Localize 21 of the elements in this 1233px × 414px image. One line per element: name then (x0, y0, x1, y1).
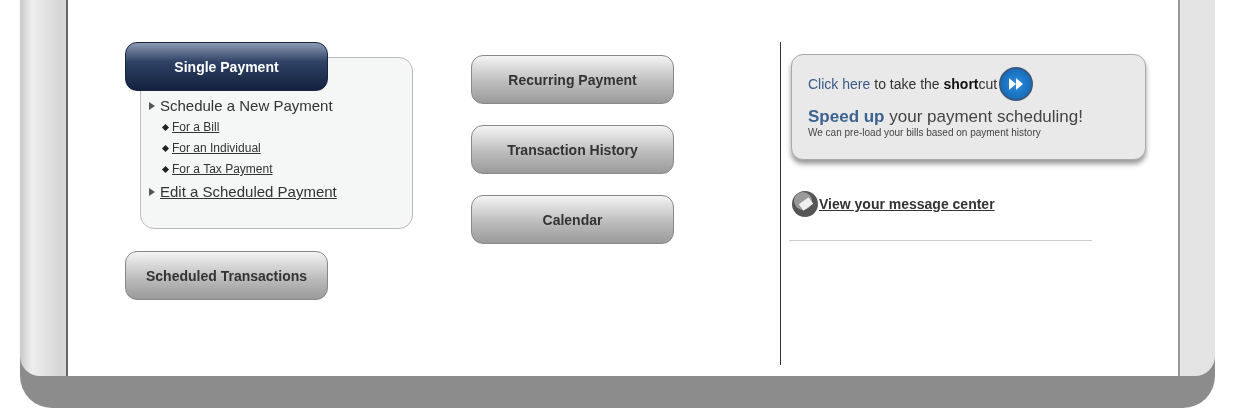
bullet-icon (161, 144, 170, 152)
submenu-link[interactable]: For an Individual (172, 141, 261, 155)
shortcut-text: to take the shortcut (874, 76, 998, 92)
triangle-icon (149, 101, 155, 110)
scheduled-transactions-button[interactable]: Scheduled Transactions (125, 251, 328, 300)
click-here-link[interactable]: Click here (808, 76, 871, 92)
submenu-link[interactable]: For a Bill (172, 120, 220, 134)
single-payment-tab[interactable]: Single Payment (125, 42, 328, 91)
shortcut-subtext: We can pre-load your bills based on payment history (808, 127, 1042, 138)
speed-up-headline: Speed up your payment scheduling! (808, 107, 1084, 127)
menu-button[interactable]: Transaction History (471, 125, 674, 174)
submenu-link[interactable]: For a Tax Payment (172, 162, 273, 176)
triangle-icon (149, 187, 155, 196)
fast-forward-icon[interactable] (999, 67, 1034, 101)
message-center-link[interactable]: View your message center (819, 196, 995, 212)
menu-heading: Schedule a New Payment (160, 97, 333, 114)
menu-button[interactable]: Calendar (471, 195, 674, 244)
bullet-icon (161, 123, 170, 131)
menu-button[interactable]: Recurring Payment (471, 55, 674, 104)
menu-link[interactable]: Edit a Scheduled Payment (160, 183, 337, 200)
bullet-icon (161, 165, 170, 173)
